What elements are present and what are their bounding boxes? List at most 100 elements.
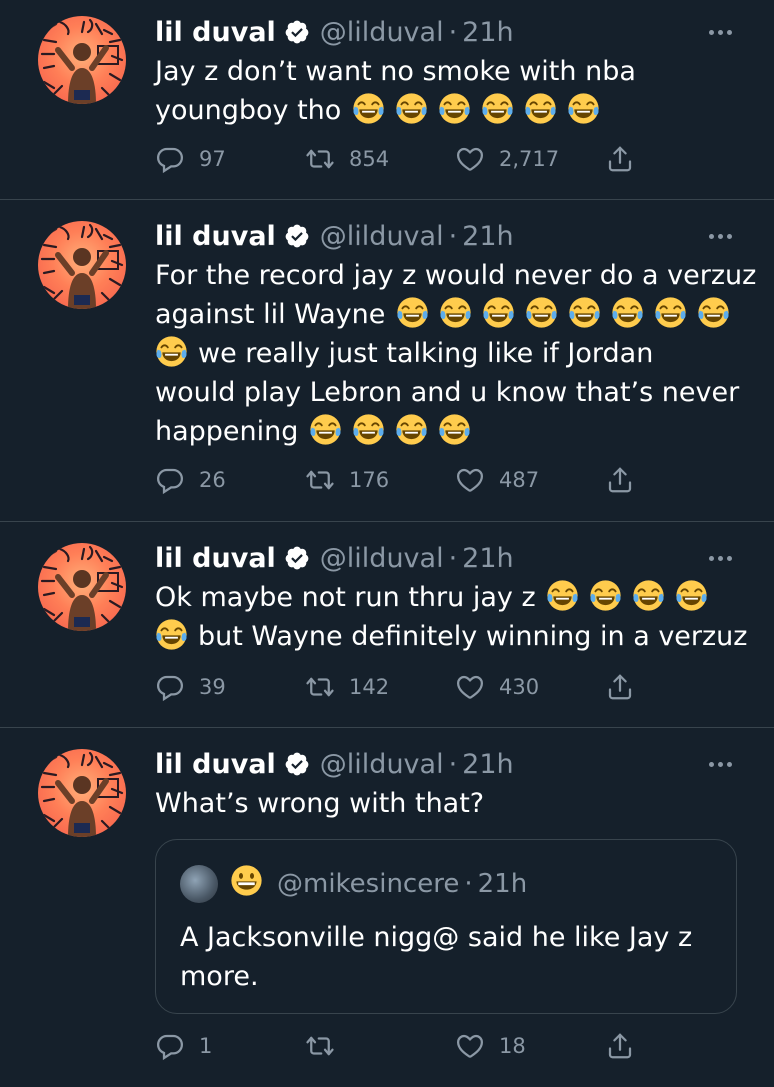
more-icon[interactable] (700, 221, 740, 251)
like-icon (455, 1031, 499, 1061)
tweet-text-segment: For the record jay z would never do a ve… (155, 260, 757, 291)
reply-icon (155, 672, 199, 702)
joy-emoji-icon (155, 335, 188, 368)
separator: · (448, 748, 458, 780)
tweet[interactable]: lil duval @lilduval · 21h Jay z don’t want n… (0, 0, 774, 200)
author-name[interactable]: lil duval (155, 543, 276, 574)
like-button[interactable]: 18 (455, 1026, 526, 1066)
joy-emoji-icon (439, 296, 472, 329)
retweet-button[interactable]: 176 (305, 460, 389, 500)
reply-icon (155, 1031, 199, 1061)
verified-badge-icon (284, 223, 310, 249)
reply-icon (155, 465, 199, 495)
joy-emoji-icon (395, 92, 428, 125)
joy-emoji-icon (482, 296, 515, 329)
tweet-text-line: would play Lebron and u know that’s neve… (155, 373, 755, 412)
tweet[interactable]: lil duval @lilduval · 21h Ok maybe not run t… (0, 521, 774, 728)
author-name[interactable]: lil duval (155, 749, 276, 780)
tweet-text: For the record jay z would never do a ve… (155, 256, 757, 451)
author-name[interactable]: lil duval (155, 221, 276, 252)
tweet-text-segment: What’s wrong with that? (155, 788, 485, 819)
retweet-count: 854 (349, 147, 390, 171)
reply-button[interactable]: 26 (155, 460, 226, 500)
more-icon[interactable] (700, 543, 740, 573)
tweet-text-segment: happening (155, 416, 299, 447)
share-icon (605, 1031, 649, 1061)
quoted-tweet[interactable]: @mikesincere · 21h A Jacksonville nigg@ sai… (155, 839, 737, 1014)
joy-emoji-icon (396, 296, 429, 329)
reply-button[interactable]: 1 (155, 1026, 212, 1066)
verified-badge-icon (284, 545, 310, 571)
like-icon (455, 672, 499, 702)
avatar[interactable] (38, 543, 126, 631)
share-button[interactable] (605, 460, 649, 500)
like-icon (455, 465, 499, 495)
like-button[interactable]: 487 (455, 460, 539, 500)
verified-badge-icon (284, 751, 310, 777)
timestamp[interactable]: 21h (462, 543, 513, 574)
author-handle[interactable]: @lilduval (320, 543, 444, 574)
like-count: 18 (499, 1034, 526, 1058)
joy-emoji-icon (438, 413, 471, 446)
reply-button[interactable]: 39 (155, 667, 226, 707)
reply-count: 39 (199, 675, 226, 699)
tweet-header: lil duval @lilduval · 21h (155, 14, 514, 50)
reply-count: 1 (199, 1034, 213, 1058)
joy-emoji-icon (611, 296, 644, 329)
retweet-icon (305, 465, 349, 495)
share-button[interactable] (605, 139, 649, 179)
timestamp[interactable]: 21h (462, 749, 513, 780)
joy-emoji-icon (155, 618, 188, 651)
retweet-button[interactable]: 142 (305, 667, 389, 707)
quoted-tweet-header: @mikesincere · 21h (180, 864, 527, 904)
joy-emoji-icon (546, 579, 579, 612)
avatar (180, 865, 218, 903)
reply-icon (155, 144, 199, 174)
quoted-author-handle: @mikesincere (277, 869, 460, 899)
tweet[interactable]: lil duval @lilduval · 21h For the record jay… (0, 199, 774, 522)
reply-count: 97 (199, 147, 226, 171)
tweet-text-line: we really just talking like if Jordan (155, 334, 755, 373)
joy-emoji-icon (352, 413, 385, 446)
share-button[interactable] (605, 667, 649, 707)
avatar[interactable] (38, 16, 126, 104)
share-icon (605, 672, 649, 702)
tweet-text-line: against lil Wayne (155, 295, 755, 334)
joy-emoji-icon (632, 579, 665, 612)
like-count: 430 (499, 675, 540, 699)
separator: · (448, 542, 458, 574)
share-button[interactable] (605, 1026, 649, 1066)
retweet-icon (305, 672, 349, 702)
author-handle[interactable]: @lilduval (320, 749, 444, 780)
joy-emoji-icon (309, 413, 342, 446)
joy-emoji-icon (352, 92, 385, 125)
timestamp[interactable]: 21h (462, 221, 513, 252)
tweet-text-line: Ok maybe not run thru jay z (155, 578, 755, 617)
reply-button[interactable]: 97 (155, 139, 226, 179)
tweet-text-segment: Ok maybe not run thru jay z (155, 582, 536, 613)
joy-emoji-icon (525, 296, 558, 329)
tweet-text-line: youngboy tho (155, 91, 755, 130)
tweet-text: What’s wrong with that? (155, 784, 755, 823)
separator: · (448, 16, 458, 48)
retweet-button[interactable]: 854 (305, 139, 389, 179)
tweet-text-segment: we really just talking like if Jordan (198, 338, 654, 369)
author-name[interactable]: lil duval (155, 17, 276, 48)
avatar[interactable] (38, 749, 126, 837)
tweet-actions: 39 142 430 (155, 667, 655, 707)
avatar[interactable] (38, 221, 126, 309)
like-button[interactable]: 430 (455, 667, 539, 707)
verified-badge-icon (284, 19, 310, 45)
more-icon[interactable] (700, 749, 740, 779)
author-handle[interactable]: @lilduval (320, 17, 444, 48)
author-handle[interactable]: @lilduval (320, 221, 444, 252)
like-button[interactable]: 2,717 (455, 139, 559, 179)
timestamp: 21h (477, 869, 528, 899)
tweet-text-line: Jay z don’t want no smoke with nba (155, 52, 755, 91)
more-icon[interactable] (700, 17, 740, 47)
tweet-header: lil duval @lilduval · 21h (155, 218, 514, 254)
tweet[interactable]: lil duval @lilduval · 21h What’s wrong with … (0, 727, 774, 1087)
retweet-button[interactable] (305, 1026, 349, 1066)
tweet-text-segment: Jay z don’t want no smoke with nba (155, 56, 636, 87)
timestamp[interactable]: 21h (462, 17, 513, 48)
